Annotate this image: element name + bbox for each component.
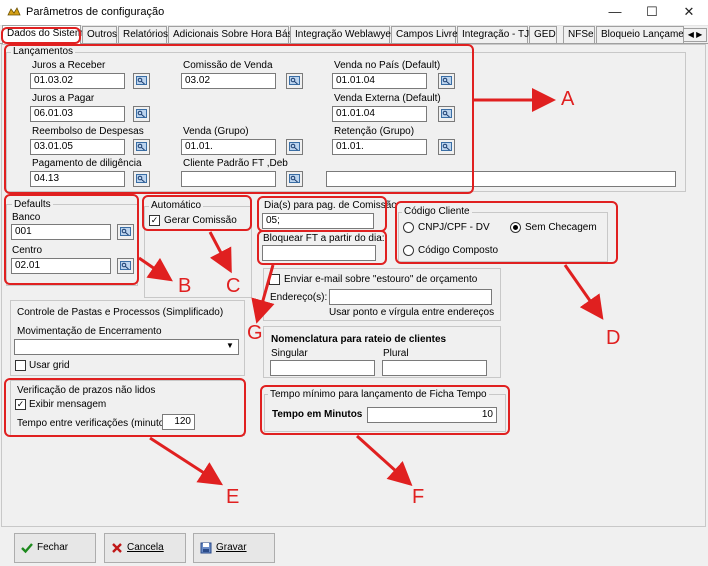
highlight-d-box	[395, 201, 618, 264]
callout-f: F	[412, 486, 425, 508]
callout-d: D	[606, 327, 621, 349]
nomenclatura-title: Nomenclatura para rateio de clientes	[271, 334, 447, 345]
tab-adicionais[interactable]: Adicionais Sobre Hora Básica	[168, 26, 305, 43]
cancel-x-icon	[112, 543, 122, 553]
title-bar: Parâmetros de configuração — ☐ ✕	[0, 0, 708, 26]
tab-outros[interactable]: Outros	[82, 26, 117, 43]
usar-grid-checkbox[interactable]	[15, 360, 26, 371]
highlight-g2-box	[257, 230, 387, 265]
callout-e: E	[226, 486, 240, 508]
endereco-input[interactable]	[329, 289, 492, 305]
plural-label: Plural	[383, 348, 409, 359]
highlight-b-box	[4, 194, 139, 285]
tab-nfse[interactable]: NFSe	[563, 26, 595, 43]
movimentacao-select[interactable]	[14, 339, 239, 355]
tab-integracao-weblawyer[interactable]: Integração Weblawyer	[290, 26, 394, 43]
plural-input[interactable]	[382, 360, 487, 376]
highlight-g1-box	[257, 196, 387, 232]
enviar-email-checkbox[interactable]	[269, 274, 280, 285]
callout-a: A	[561, 88, 575, 110]
highlight-e-box	[4, 378, 246, 437]
tab-ged[interactable]: GED	[529, 26, 557, 43]
button-bar: Fechar Cancela Gravar	[0, 527, 708, 566]
maximize-button[interactable]: ☐	[641, 2, 663, 22]
cancela-button[interactable]: Cancela	[104, 533, 186, 563]
callout-g: G	[247, 322, 263, 344]
close-button[interactable]: ✕	[678, 2, 700, 22]
highlight-tab-box	[1, 27, 81, 44]
endereco-label: Endereço(s):	[270, 292, 328, 303]
app-icon	[7, 7, 21, 16]
enviar-email-label: Enviar e-mail sobre "estouro" de orçamen…	[284, 274, 478, 285]
highlight-c-box	[142, 195, 252, 231]
window-title: Parâmetros de configuração	[26, 6, 165, 18]
movimentacao-label: Movimentação de Encerramento	[17, 326, 162, 337]
callout-c: C	[226, 275, 241, 297]
fechar-button[interactable]: Fechar	[14, 533, 96, 563]
tab-strip: Dados do Sistema Outros Relatórios Adici…	[0, 25, 708, 44]
usar-grid-label: Usar grid	[29, 360, 70, 371]
singular-input[interactable]	[270, 360, 375, 376]
singular-label: Singular	[271, 348, 308, 359]
fechar-label: Fechar	[37, 542, 69, 553]
tab-campos-livres[interactable]: Campos Livres	[391, 26, 463, 43]
tab-scroll-arrows[interactable]: ◀ ▶	[683, 28, 707, 42]
pastas-title: Controle de Pastas e Processos (Simplifi…	[17, 307, 224, 318]
tab-integracao-tj[interactable]: Integração - TJ	[457, 26, 529, 43]
gravar-button[interactable]: Gravar	[193, 533, 275, 563]
dropdown-arrow-icon: ▼	[226, 341, 234, 350]
minimize-button[interactable]: —	[604, 2, 626, 22]
check-icon	[21, 543, 33, 554]
tab-relatorios[interactable]: Relatórios	[118, 26, 168, 43]
callout-b: B	[178, 275, 192, 297]
endereco-hint: Usar ponto e vírgula entre endereços	[329, 307, 495, 318]
tab-bloqueio[interactable]: Bloqueio Lançament	[596, 26, 684, 43]
highlight-a-box	[4, 44, 474, 194]
gravar-label: Gravar	[216, 542, 247, 553]
cancela-label: Cancela	[127, 542, 164, 553]
highlight-f-box	[260, 385, 510, 435]
save-disk-icon	[200, 542, 212, 554]
